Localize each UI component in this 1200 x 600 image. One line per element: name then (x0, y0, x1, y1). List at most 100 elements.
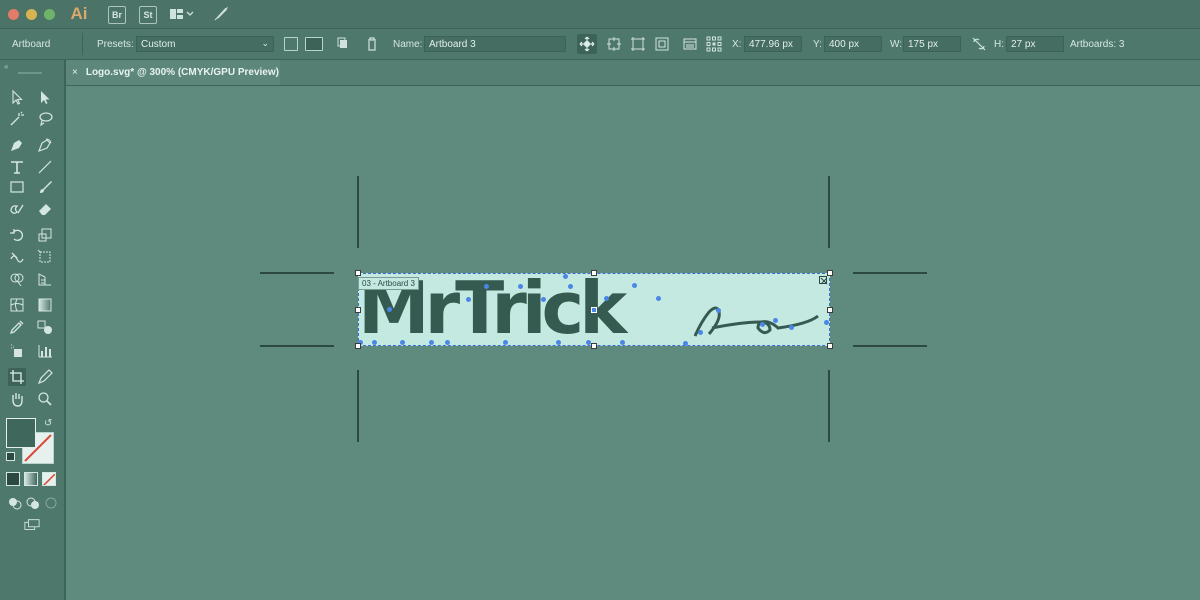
anchor-point[interactable] (656, 296, 661, 301)
x-input[interactable]: 477.96 px (744, 36, 802, 52)
anchor-point[interactable] (372, 340, 377, 345)
free-transform-icon[interactable] (36, 248, 54, 266)
lasso-icon[interactable] (36, 110, 54, 128)
rectangle-icon[interactable] (8, 178, 26, 196)
document-tab[interactable]: × Logo.svg* @ 300% (CMYK/GPU Preview) (66, 60, 280, 85)
artboard-name-input[interactable]: Artboard 3 (424, 36, 566, 52)
anchor-point[interactable] (387, 307, 392, 312)
artboard-label[interactable]: 03 - Artboard 3 (358, 277, 419, 290)
resize-handle-bottom-left[interactable] (355, 343, 361, 349)
anchor-point[interactable] (556, 340, 561, 345)
minimize-window-button[interactable] (26, 9, 37, 20)
anchor-point[interactable] (760, 322, 765, 327)
anchor-point[interactable] (541, 297, 546, 302)
resize-handle-right[interactable] (827, 307, 833, 313)
direct-selection-icon[interactable] (36, 88, 54, 106)
resize-handle-left[interactable] (355, 307, 361, 313)
collapse-panel-icon[interactable]: « (4, 62, 8, 71)
resize-handle-top-left[interactable] (355, 270, 361, 276)
anchor-point[interactable] (789, 325, 794, 330)
anchor-point[interactable] (620, 340, 625, 345)
bridge-button[interactable]: Br (108, 6, 126, 24)
artboard-center-point[interactable] (591, 307, 597, 313)
h-input[interactable]: 27 px (1006, 36, 1064, 52)
gradient-mode-icon[interactable] (24, 472, 38, 486)
center-mark-icon[interactable] (605, 35, 623, 53)
artboard-options-icon[interactable] (681, 35, 699, 53)
screen-mode-icon[interactable] (22, 516, 42, 534)
anchor-point[interactable] (773, 318, 778, 323)
fill-swatch[interactable] (6, 418, 36, 448)
paintbrush-icon[interactable] (36, 178, 54, 196)
anchor-point[interactable] (445, 340, 450, 345)
gpu-performance-icon[interactable] (211, 4, 231, 24)
anchor-point[interactable] (518, 284, 523, 289)
hand-icon[interactable] (8, 390, 26, 408)
panel-grip[interactable] (18, 72, 42, 74)
reference-point-icon[interactable] (705, 35, 723, 53)
curvature-icon[interactable] (36, 136, 54, 154)
scale-icon[interactable] (36, 226, 54, 244)
default-colors-icon[interactable] (6, 452, 15, 461)
anchor-point[interactable] (824, 320, 829, 325)
anchor-point[interactable] (698, 330, 703, 335)
cross-hairs-icon[interactable] (629, 35, 647, 53)
rotate-icon[interactable] (8, 226, 26, 244)
stock-button[interactable]: St (139, 6, 157, 24)
graph-icon[interactable] (36, 342, 54, 360)
blend-icon[interactable] (36, 318, 54, 336)
none-mode-icon[interactable] (42, 472, 56, 486)
delete-artboard-close-icon[interactable] (819, 276, 828, 285)
perspective-icon[interactable] (36, 270, 54, 288)
delete-artboard-icon[interactable] (363, 35, 381, 53)
move-copy-artwork-icon[interactable] (577, 34, 597, 54)
portrait-icon[interactable] (284, 37, 298, 51)
draw-normal-icon[interactable] (6, 494, 24, 512)
resize-handle-bottom-right[interactable] (827, 343, 833, 349)
presets-dropdown[interactable]: Custom ⌄ (136, 36, 274, 52)
y-input[interactable]: 400 px (824, 36, 882, 52)
arrange-documents-icon[interactable] (168, 4, 196, 24)
safe-areas-icon[interactable] (653, 35, 671, 53)
anchor-point[interactable] (632, 283, 637, 288)
anchor-point[interactable] (400, 340, 405, 345)
landscape-icon[interactable] (305, 37, 323, 51)
mesh-icon[interactable] (8, 296, 26, 314)
w-input[interactable]: 175 px (903, 36, 961, 52)
resize-handle-top-right[interactable] (827, 270, 833, 276)
color-mode-icon[interactable] (6, 472, 20, 486)
warp-icon[interactable] (8, 248, 26, 266)
resize-handle-top[interactable] (591, 270, 597, 276)
anchor-point[interactable] (563, 274, 568, 279)
magic-wand-icon[interactable] (8, 110, 26, 128)
eyedropper-icon[interactable] (8, 318, 26, 336)
shape-builder-icon[interactable] (8, 270, 26, 288)
eraser-icon[interactable] (36, 200, 54, 218)
anchor-point[interactable] (429, 340, 434, 345)
close-tab-icon[interactable]: × (72, 67, 78, 78)
symbol-sprayer-icon[interactable] (8, 342, 26, 360)
logo-flourish[interactable] (690, 294, 830, 344)
new-artboard-icon[interactable] (334, 35, 352, 53)
line-icon[interactable] (36, 158, 54, 176)
slice-icon[interactable] (36, 368, 54, 386)
close-window-button[interactable] (8, 9, 19, 20)
shaper-icon[interactable] (8, 200, 26, 218)
anchor-point[interactable] (683, 341, 688, 346)
draw-inside-icon[interactable] (42, 494, 60, 512)
anchor-point[interactable] (503, 340, 508, 345)
anchor-point[interactable] (484, 284, 489, 289)
anchor-point[interactable] (604, 296, 609, 301)
draw-behind-icon[interactable] (24, 494, 42, 512)
anchor-point[interactable] (716, 308, 721, 313)
anchor-point[interactable] (568, 284, 573, 289)
type-icon[interactable] (8, 158, 26, 176)
zoom-window-button[interactable] (44, 9, 55, 20)
resize-handle-bottom[interactable] (591, 343, 597, 349)
anchor-point[interactable] (466, 297, 471, 302)
swap-fill-stroke-icon[interactable]: ↺ (44, 418, 52, 429)
gradient-icon[interactable] (36, 296, 54, 314)
selection-icon[interactable] (8, 88, 26, 106)
pen-icon[interactable] (8, 136, 26, 154)
zoom-icon[interactable] (36, 390, 54, 408)
